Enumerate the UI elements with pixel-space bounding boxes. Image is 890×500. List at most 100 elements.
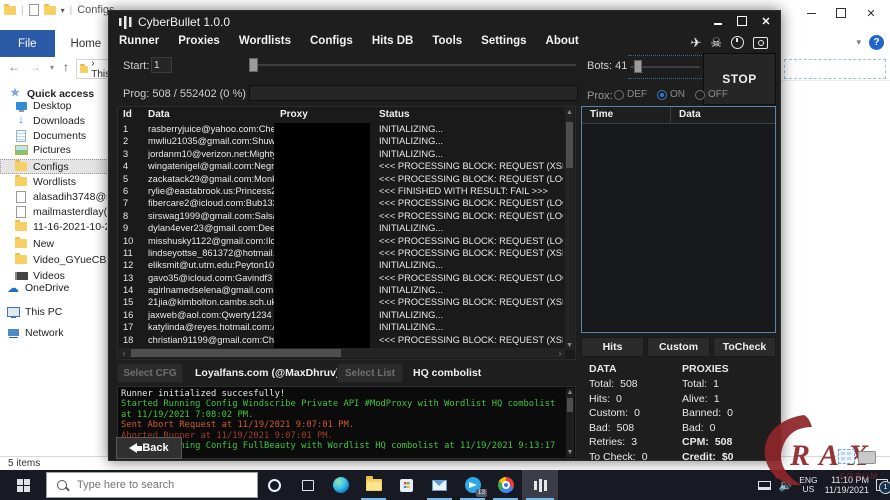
prox-radio-off[interactable]: OFF: [695, 89, 728, 100]
log-console[interactable]: Runner initialized succesfully!Started R…: [117, 386, 576, 459]
slider-thumb[interactable]: [634, 60, 642, 73]
menu-item-settings[interactable]: Settings: [481, 35, 526, 47]
cell-status: INITIALIZING...: [379, 136, 563, 146]
taskbar-clock[interactable]: 11:10 PM 11/19/2021: [825, 475, 869, 496]
forward-arrow-icon[interactable]: →: [29, 60, 41, 74]
network-icon[interactable]: [758, 481, 771, 490]
app-minimize-button[interactable]: [710, 13, 726, 29]
menu-item-wordlists[interactable]: Wordlists: [239, 35, 291, 47]
skull-icon[interactable]: ☠: [710, 36, 722, 49]
new-folder-icon[interactable]: [44, 6, 56, 15]
taskbar-icon-telegram[interactable]: 13: [456, 470, 489, 500]
properties-icon[interactable]: [29, 4, 39, 16]
language-indicator[interactable]: ENG US: [799, 476, 817, 494]
taskbar-icon-chrome[interactable]: [489, 470, 522, 500]
network-icon: [8, 329, 19, 336]
table-vertical-scrollbar[interactable]: ▲ ▼: [565, 108, 574, 350]
sidebar-item-network[interactable]: Network: [0, 325, 108, 340]
qat-dropdown-icon[interactable]: ▾: [61, 6, 65, 15]
sidebar-item-downloads[interactable]: ↓Downloads: [0, 113, 108, 128]
app-maximize-button[interactable]: [734, 13, 750, 29]
sidebar-item-alasadih3748-st[interactable]: alasadih3748@st: [0, 189, 108, 204]
scroll-up-icon[interactable]: ▲: [565, 108, 574, 117]
sidebar-item-this-pc[interactable]: This PC: [0, 304, 108, 319]
camera-icon[interactable]: [753, 37, 768, 49]
explorer-close-button[interactable]: [856, 2, 886, 24]
scroll-left-icon[interactable]: ‹: [119, 348, 129, 358]
stat-value: 0: [642, 451, 648, 463]
scroll-right-icon[interactable]: ›: [555, 348, 565, 358]
app-titlebar[interactable]: CyberBullet 1.0.0: [109, 11, 780, 33]
ribbon-tab-file[interactable]: File: [0, 30, 55, 57]
slider-thumb[interactable]: [249, 58, 258, 72]
bots-slider[interactable]: [630, 60, 700, 74]
menu-item-runner[interactable]: Runner: [119, 35, 159, 47]
taskbar-icon-file-explorer[interactable]: [357, 470, 390, 500]
start-input[interactable]: [151, 57, 172, 73]
cell-id: 9: [123, 223, 128, 233]
search-input[interactable]: [75, 478, 229, 492]
table-horizontal-scrollbar[interactable]: ‹ ›: [119, 348, 565, 358]
back-button[interactable]: Back: [116, 437, 182, 459]
start-button[interactable]: [0, 470, 46, 500]
taskbar-icon-store[interactable]: [390, 470, 423, 500]
scroll-down-icon[interactable]: ▼: [566, 448, 574, 457]
back-arrow-icon: [129, 443, 137, 453]
ribbon-collapse-icon[interactable]: ▾: [856, 37, 861, 48]
prox-radio-def[interactable]: DEF: [614, 89, 647, 100]
taskbar-icon-task-view[interactable]: [291, 470, 324, 500]
menu-item-tools[interactable]: Tools: [432, 35, 462, 47]
menu-item-hits-db[interactable]: Hits DB: [372, 35, 414, 47]
prox-radio-on[interactable]: ON: [657, 89, 685, 100]
sidebar-item-new[interactable]: New: [0, 236, 108, 251]
start-slider[interactable]: [249, 58, 576, 72]
sidebar-item-onedrive[interactable]: ☁OneDrive: [0, 280, 108, 295]
log-scrollbar[interactable]: ▲ ▼: [566, 388, 574, 457]
log-line: Started Running Config FullBeauty with W…: [121, 441, 561, 459]
scrollbar-thumb[interactable]: [566, 122, 573, 168]
explorer-search-input[interactable]: [784, 59, 886, 79]
select-list-button[interactable]: Select List: [337, 363, 403, 383]
volume-icon[interactable]: 🔊: [778, 479, 792, 492]
sidebar-item-configs[interactable]: Configs: [0, 159, 108, 174]
up-arrow-icon[interactable]: ↑: [63, 60, 69, 74]
taskbar-search[interactable]: [46, 472, 258, 498]
sidebar-item-wordlists[interactable]: Wordlists: [0, 174, 108, 189]
explorer-restore-button[interactable]: [826, 2, 856, 24]
file-icon: [14, 206, 28, 218]
select-cfg-button[interactable]: Select CFG: [117, 363, 183, 383]
taskbar-icon-cortana[interactable]: [258, 470, 291, 500]
stat-value: 1: [714, 393, 720, 405]
tocheck-button[interactable]: ToCheck: [713, 337, 776, 357]
sidebar-item-documents[interactable]: Documents: [0, 128, 108, 143]
send-icon[interactable]: ✈: [690, 36, 701, 49]
sidebar-item-11-16-2021-10-23-3[interactable]: 11-16-2021-10-23-3: [0, 219, 108, 234]
sidebar-item-pictures[interactable]: Pictures: [0, 142, 108, 157]
back-arrow-icon[interactable]: ←: [8, 60, 20, 74]
sidebar-item-video-gyuecbyx4p[interactable]: Video_GYueCBYX4p: [0, 252, 108, 267]
runner-table[interactable]: Id Data Proxy Status 1rasberryjuice@yaho…: [117, 106, 576, 360]
sidebar-item-mailmasterdlay[interactable]: mailmasterdlay(: [0, 204, 108, 219]
history-dropdown-icon[interactable]: ▾: [50, 63, 54, 72]
custom-button[interactable]: Custom: [647, 337, 710, 357]
hits-button[interactable]: Hits: [581, 337, 644, 357]
downloads-icon: ↓: [18, 115, 24, 126]
scroll-down-icon[interactable]: ▼: [565, 341, 574, 350]
menu-item-configs[interactable]: Configs: [310, 35, 353, 47]
bots-slider-focus: [628, 55, 702, 79]
taskbar-icon-mail[interactable]: [423, 470, 456, 500]
scroll-up-icon[interactable]: ▲: [566, 388, 574, 397]
taskbar-icon-edge[interactable]: [324, 470, 357, 500]
timer-icon[interactable]: [731, 36, 744, 49]
menu-item-proxies[interactable]: Proxies: [178, 35, 220, 47]
explorer-minimize-button[interactable]: [796, 2, 826, 24]
action-center-icon[interactable]: 1: [876, 479, 888, 491]
app-close-button[interactable]: [758, 13, 774, 29]
data-stats: DATA Total:508Hits:0Custom:0Bad:508Retri…: [589, 363, 681, 463]
menu-item-about[interactable]: About: [546, 35, 579, 47]
help-icon[interactable]: ?: [869, 35, 884, 50]
scrollbar-thumb[interactable]: [567, 398, 573, 412]
sidebar-item-desktop[interactable]: Desktop: [0, 98, 108, 113]
scrollbar-thumb[interactable]: [131, 349, 341, 357]
taskbar-icon-cyberbullet[interactable]: [522, 470, 558, 500]
